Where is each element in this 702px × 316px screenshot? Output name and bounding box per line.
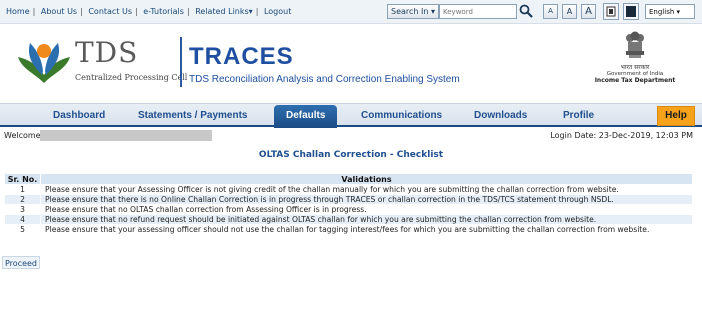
checklist-table: Sr. No. Validations 1 Please ensure that… (4, 173, 693, 235)
income-tax-department-text: Income Tax Department (594, 77, 676, 84)
home-link[interactable]: Home (6, 7, 30, 16)
table-row: 5 Please ensure that your assessing offi… (4, 224, 693, 235)
traces-title: TRACES (189, 43, 294, 70)
sr-no-header: Sr. No. (4, 173, 41, 185)
top-utility-bar: Home | About Us | Contact Us | e-Tutorials |… (0, 0, 702, 24)
validation-cell: Please ensure that there is no Online Ch… (40, 194, 693, 205)
dark-theme-icon[interactable] (623, 3, 639, 20)
tds-logo-title: TDS (75, 36, 139, 69)
e-tutorials-link[interactable]: e-Tutorials (143, 7, 184, 16)
nav-statements-payments[interactable]: Statements / Payments (138, 110, 248, 121)
sr-no-cell: 4 (4, 214, 41, 225)
header-divider (180, 37, 182, 87)
nav-dashboard[interactable]: Dashboard (53, 110, 105, 121)
validations-header: Validations (40, 173, 693, 185)
search-input[interactable] (439, 4, 517, 19)
main-nav: Dashboard Statements / Payments Defaults… (0, 103, 702, 128)
validation-cell: Please ensure that no refund request sho… (40, 214, 693, 225)
nav-profile[interactable]: Profile (563, 110, 594, 121)
about-us-link[interactable]: About Us (41, 7, 77, 16)
proceed-button[interactable]: Proceed (2, 256, 41, 269)
sr-no-cell: 2 (4, 194, 41, 205)
font-size-large-button[interactable]: A (581, 4, 596, 19)
sr-no-cell: 5 (4, 224, 41, 235)
sr-no-cell: 3 (4, 204, 41, 215)
contrast-icon[interactable] (603, 3, 619, 20)
traces-subtitle: TDS Reconciliation Analysis and Correcti… (189, 74, 460, 85)
related-links-dropdown[interactable]: Related Links▾ (195, 7, 253, 16)
table-row: 4 Please ensure that no refund request s… (4, 214, 693, 225)
help-button[interactable]: Help (657, 106, 695, 126)
login-date: Login Date: 23-Dec-2019, 12:03 PM (550, 131, 693, 140)
logout-link[interactable]: Logout (264, 7, 291, 16)
nav-communications[interactable]: Communications (361, 110, 442, 121)
font-size-medium-button[interactable]: A (562, 4, 577, 19)
table-row: 2 Please ensure that there is no Online … (4, 194, 693, 205)
emblem-icon (626, 31, 644, 58)
tds-logo-subtitle: Centralized Processing Cell (75, 73, 188, 82)
font-size-small-button[interactable]: A (543, 4, 558, 19)
language-select[interactable]: English ▾ (645, 4, 695, 19)
site-header: TDS Centralized Processing Cell TRACES T… (0, 25, 702, 100)
government-emblem: भारत सरकार Government of India Income Ta… (590, 30, 680, 84)
nav-downloads[interactable]: Downloads (474, 110, 527, 121)
validation-cell: Please ensure that no OLTAS challan corr… (40, 204, 693, 215)
table-row: 1 Please ensure that your Assessing Offi… (4, 184, 693, 195)
top-links: Home | About Us | Contact Us | e-Tutorials |… (6, 7, 292, 16)
validation-cell: Please ensure that your Assessing Office… (40, 184, 693, 195)
validation-cell: Please ensure that your assessing office… (40, 224, 693, 235)
tds-logo-icon (18, 43, 70, 83)
search-icon[interactable] (518, 3, 534, 19)
sr-no-cell: 1 (4, 184, 41, 195)
contact-us-link[interactable]: Contact Us (88, 7, 132, 16)
page-title: OLTAS Challan Correction - Checklist (258, 150, 444, 160)
search-in-dropdown[interactable]: Search In ▾ (387, 4, 439, 19)
welcome-label: Welcome (4, 131, 41, 140)
redacted-username (40, 130, 212, 141)
government-hindi-text: भारत सरकार (620, 64, 650, 71)
nav-defaults[interactable]: Defaults (274, 105, 338, 128)
table-row: 3 Please ensure that no OLTAS challan co… (4, 204, 693, 215)
table-header-row: Sr. No. Validations (4, 173, 693, 185)
